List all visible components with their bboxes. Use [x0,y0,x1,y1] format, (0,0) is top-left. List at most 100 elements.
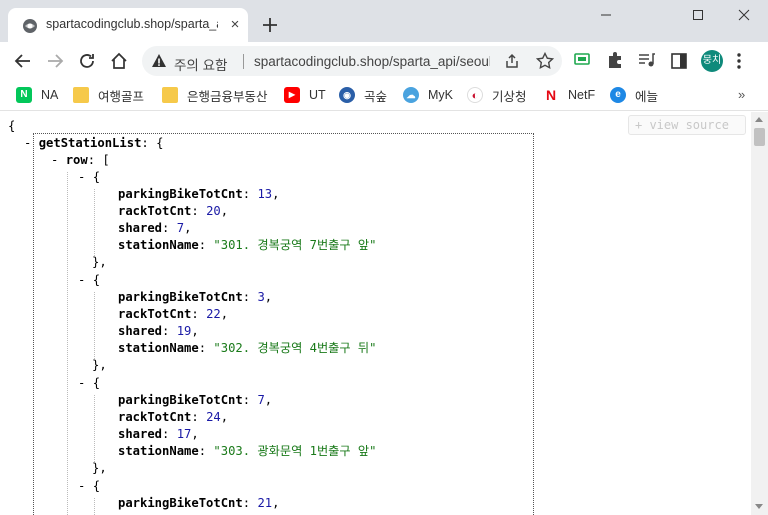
json-field: stationName: "303. 광화문역 1번출구 앞" [118,444,377,458]
new-tab-button[interactable] [258,13,282,37]
profile-avatar[interactable]: 뭉치 [701,50,723,72]
collapse-toggle[interactable]: - [51,153,66,167]
minimize-button[interactable] [583,4,629,26]
tab-close-button[interactable]: × [226,16,244,34]
json-close-brace: }, [92,358,107,372]
bookmark-label: 기상청 [492,89,527,104]
json-key: row [65,153,88,167]
globe-icon: ◉ [339,87,355,103]
globe-icon [23,19,37,33]
home-button[interactable] [106,49,132,73]
extensions-puzzle-icon[interactable] [606,51,624,69]
json-number: 7 [176,221,185,235]
view-source-button[interactable]: + view source [628,115,746,135]
browser-tab[interactable]: spartacodingclub.shop/sparta_api/seoulbi… [8,8,248,42]
indent-guide [67,172,68,515]
collapse-toggle[interactable]: - [78,170,93,184]
json-object-toggle[interactable]: - { [78,478,100,495]
bookmark-gokseup[interactable]: ◉ 곡숲 [339,85,387,105]
scroll-up-arrow-icon[interactable] [755,117,763,122]
more-menu-icon[interactable] [736,52,742,70]
naver-icon: N [16,87,32,103]
arrow-right-icon [48,54,64,68]
json-close-brace: }, [92,461,107,475]
media-control-icon[interactable] [638,52,656,68]
bookmark-ut[interactable]: ▶ UT [284,85,326,105]
json-number: 22 [206,307,221,321]
json-field: stationName: "302. 경복궁역 4번출구 뒤" [118,341,377,355]
json-number: 24 [206,410,221,424]
minimize-icon [601,14,611,16]
extension-screen-icon[interactable] [574,53,590,67]
bookmark-label: 곡숲 [364,89,388,104]
indent-guide [94,189,95,256]
bookmark-label: MyK [428,88,453,102]
cloud-icon: ☁ [403,87,419,103]
bookmark-label: 에늘 [635,89,659,104]
json-number: 19 [176,324,192,338]
bookmark-e[interactable]: e 에늘 [610,85,658,105]
bookmark-label: 은행금융부동산 [187,89,268,104]
close-window-button[interactable] [721,4,767,26]
bookmark-myk[interactable]: ☁ MyK [403,85,453,105]
tab-title: spartacodingclub.shop/sparta_api/seoulbi… [46,17,218,31]
collapse-toggle[interactable]: - [78,376,93,390]
json-field: parkingBikeTotCnt: 21, [118,496,280,510]
url-text[interactable]: spartacodingclub.shop/sparta_api/seoulbi… [254,54,490,69]
collapse-toggle[interactable]: - [78,273,93,287]
share-icon[interactable] [504,53,520,69]
folder-icon [162,87,178,103]
forward-button[interactable] [42,49,68,73]
bookmark-folder-travel-golf[interactable]: 여행골프 [73,85,144,105]
warning-icon[interactable] [151,53,167,69]
side-panel-icon[interactable] [671,53,687,69]
json-field: rackTotCnt: 22, [118,307,229,321]
json-node-row[interactable]: - row: [ [51,152,110,169]
scrollbar-thumb[interactable] [754,128,765,146]
indent-guide [94,498,95,515]
close-icon [738,9,750,21]
bookmark-folder-finance[interactable]: 은행금융부동산 [162,85,268,105]
bookmark-netflix[interactable]: N NetF [543,85,595,105]
json-node-root[interactable]: - getStationList: { [24,135,163,152]
json-close-brace: }, [92,255,107,269]
json-number: 7 [257,393,265,407]
json-object-toggle[interactable]: - { [78,169,100,186]
json-field: shared: 7, [118,221,192,235]
json-string: "303. 광화문역 1번출구 앞" [213,444,377,458]
bookmark-label: NA [41,88,59,102]
bookmark-weather[interactable]: ◐ 기상청 [467,85,527,105]
browser-toolbar: 주의 요함 spartacodingclub.shop/sparta_api/s… [0,42,768,80]
maximize-icon [693,10,703,20]
bookmark-label: 여행골프 [98,89,145,104]
bookmarks-overflow-chevron-icon[interactable]: » [738,87,745,102]
bookmark-na[interactable]: N NA [16,85,58,105]
indent-guide [94,292,95,359]
json-number: 21 [257,496,273,510]
tab-strip: spartacodingclub.shop/sparta_api/seoulbi… [0,0,768,42]
json-object-toggle[interactable]: - { [78,375,100,392]
reload-button[interactable] [74,49,100,73]
back-button[interactable] [10,49,36,73]
json-field: shared: 17, [118,427,199,441]
security-status-label[interactable]: 주의 요함 [174,54,227,74]
json-field: shared: 19, [118,324,199,338]
json-string: "301. 경복궁역 7번출구 앞" [213,238,377,252]
collapse-toggle[interactable]: - [78,479,93,493]
e-icon: e [610,87,626,103]
address-bar[interactable]: 주의 요함 spartacodingclub.shop/sparta_api/s… [142,46,562,76]
json-field: parkingBikeTotCnt: 3, [118,290,273,304]
folder-icon [73,87,89,103]
collapse-toggle[interactable]: - [24,136,39,150]
bookmark-star-icon[interactable] [536,52,554,70]
maximize-button[interactable] [675,4,721,26]
netflix-icon: N [543,87,559,103]
scroll-down-arrow-icon[interactable] [755,504,763,509]
indent-guide [94,395,95,462]
omnibox-divider [243,54,244,69]
json-string: "302. 경복궁역 4번출구 뒤" [213,341,377,355]
vertical-scrollbar[interactable] [751,112,768,515]
bookmark-label: NetF [568,88,596,102]
home-icon [111,52,127,69]
json-object-toggle[interactable]: - { [78,272,100,289]
